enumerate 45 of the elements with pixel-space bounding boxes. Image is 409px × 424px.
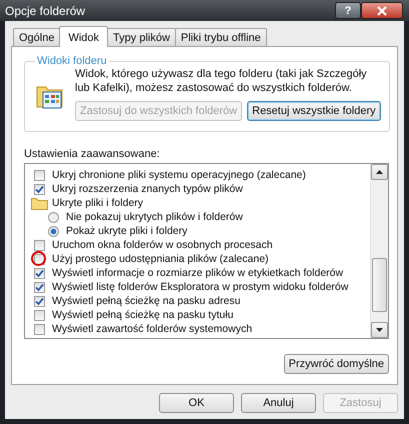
close-button[interactable] [361,2,403,19]
setting-label: Wyświetl pełną ścieżkę na pasku tytułu [52,309,234,321]
setting-label: Wyświetl pełną ścieżkę na pasku adresu [52,295,240,307]
restore-defaults-button[interactable]: Przywróć domyślne [284,354,389,374]
scroll-down-button[interactable] [371,322,388,338]
folder-icon [31,196,48,210]
close-icon [377,6,387,16]
checkbox[interactable] [34,324,45,334]
checkbox[interactable] [34,170,45,180]
up-arrow-icon [376,170,383,174]
scroll-thumb[interactable] [372,258,387,312]
radio-button[interactable] [48,226,59,236]
group-title: Widoki folderu [36,55,108,67]
dialog-button[interactable]: Anuluj [241,393,316,413]
setting-label: Ukryte pliki i foldery [52,197,144,209]
tab[interactable]: Ogólne [13,28,60,46]
section-label: Ustawienia zaawansowane: [24,148,161,160]
checkbox[interactable] [34,184,45,194]
down-arrow-icon [376,328,383,332]
setting-label: Ukryj rozszerzenia znanych typów plików [52,183,243,195]
dialog-button[interactable]: OK [159,393,234,413]
annotation-circle [31,250,46,266]
tab[interactable]: Pliki trybu offline [174,28,267,46]
scroll-up-button[interactable] [371,164,388,180]
setting-label: Ukryj chronione pliki systemu operacyjnego (zalecane) [52,169,306,181]
checkbox[interactable] [34,296,45,306]
window-title: Opcje folderów [5,4,86,18]
help-button[interactable]: ? [335,2,361,19]
checkbox[interactable] [34,282,45,292]
folder-action-button[interactable]: Resetuj wszystkie foldery [247,101,381,121]
setting-label: Wyświetl informacje o rozmiarze plików w etykietkach folderów [52,267,344,279]
radio-button[interactable] [48,212,59,222]
setting-label: Uruchom okna folderów w osobnych procesach [52,239,273,251]
setting-label: Wyświetl listę folderów Eksploratora w prostym widoku folderów [52,281,348,293]
setting-label: Pokaż ukryte pliki i foldery [66,225,188,237]
checkbox[interactable] [34,310,45,320]
setting-label: Użyj prostego udostępniania plików (zalecane) [52,253,269,265]
description-text: Widok, którego używasz dla tego folderu (taki jak Szczegóły lub Kafelki), możesz zastosować do wszystkich folderów. [75,67,368,95]
tab[interactable]: Widok [59,26,108,47]
tab[interactable]: Typy plików [107,28,176,46]
setting-label: Wyświetl zawartość folderów systemowych [52,323,252,335]
checkbox[interactable] [34,268,45,278]
checkbox[interactable] [34,240,45,250]
scrollbar[interactable] [370,164,388,338]
setting-label: Nie pokazuj ukrytych plików i folderów [66,211,243,223]
